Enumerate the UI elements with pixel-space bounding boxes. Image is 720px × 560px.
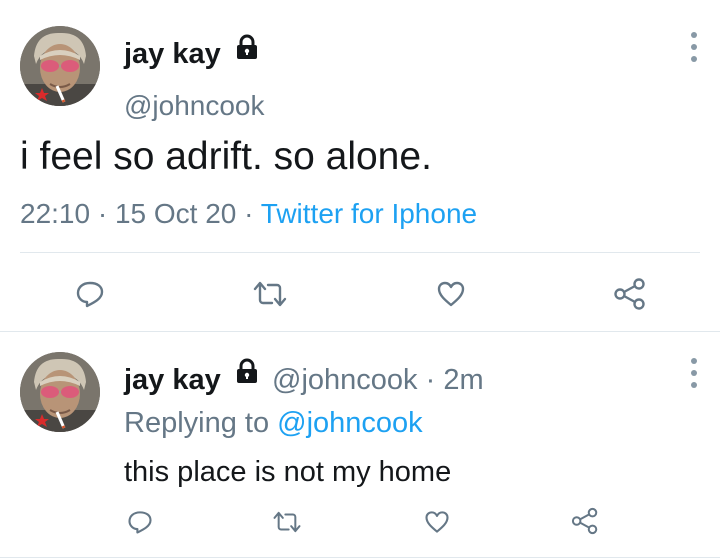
tweet-text: i feel so adrift. so alone. (20, 135, 432, 178)
like-icon (437, 281, 465, 307)
user-handle[interactable]: @johncook (124, 88, 265, 124)
lock-icon (237, 358, 257, 383)
display-name[interactable]: jay kay (124, 362, 221, 398)
lock-icon (237, 34, 257, 59)
divider (0, 331, 720, 332)
replying-to-label: Replying to (124, 407, 278, 439)
tweet-text: this place is not my home (124, 456, 452, 488)
tweet-age: 2m (443, 364, 484, 396)
more-options-button[interactable] (684, 356, 704, 390)
reply-icon (76, 281, 104, 308)
like-button[interactable] (423, 508, 451, 536)
meta-separator: · (236, 198, 261, 229)
avatar[interactable] (20, 26, 100, 106)
tweet-thread-screen: jay kay @johncook i feel so adrift. so a… (0, 0, 720, 560)
reply-button[interactable] (74, 278, 106, 310)
user-handle[interactable]: @johncook (272, 364, 418, 396)
avatar[interactable] (20, 352, 100, 432)
retweet-button[interactable] (252, 278, 288, 310)
like-icon (425, 511, 449, 533)
tweet-source-link[interactable]: Twitter for Iphone (261, 198, 477, 229)
retweet-icon (253, 281, 287, 307)
reply-button[interactable] (126, 508, 154, 536)
tweet-meta: 22:10 · 15 Oct 20 · Twitter for Iphone (20, 196, 477, 232)
meta-separator: · (90, 198, 115, 229)
mention-link[interactable]: @johncook (277, 407, 423, 439)
avatar-image (20, 352, 100, 432)
display-name[interactable]: jay kay (124, 36, 221, 72)
replying-to: Replying to @johncook (124, 405, 423, 441)
like-button[interactable] (435, 278, 467, 310)
retweet-button[interactable] (272, 508, 302, 536)
share-icon (614, 278, 645, 310)
meta-separator: · (417, 364, 444, 396)
main-tweet: jay kay @johncook i feel so adrift. so a… (0, 0, 720, 331)
tweet-date: 15 Oct 20 (114, 198, 237, 229)
more-options-button[interactable] (684, 30, 704, 64)
divider (20, 252, 700, 253)
share-button[interactable] (570, 506, 600, 536)
tweet-time: 22:10 (20, 198, 91, 229)
reply-icon (128, 511, 152, 534)
retweet-icon (273, 511, 301, 533)
share-icon (571, 507, 598, 535)
share-button[interactable] (612, 276, 648, 312)
reply-handle-time: @johncook · 2m (272, 362, 484, 398)
divider (0, 557, 720, 558)
avatar-image (20, 26, 100, 106)
